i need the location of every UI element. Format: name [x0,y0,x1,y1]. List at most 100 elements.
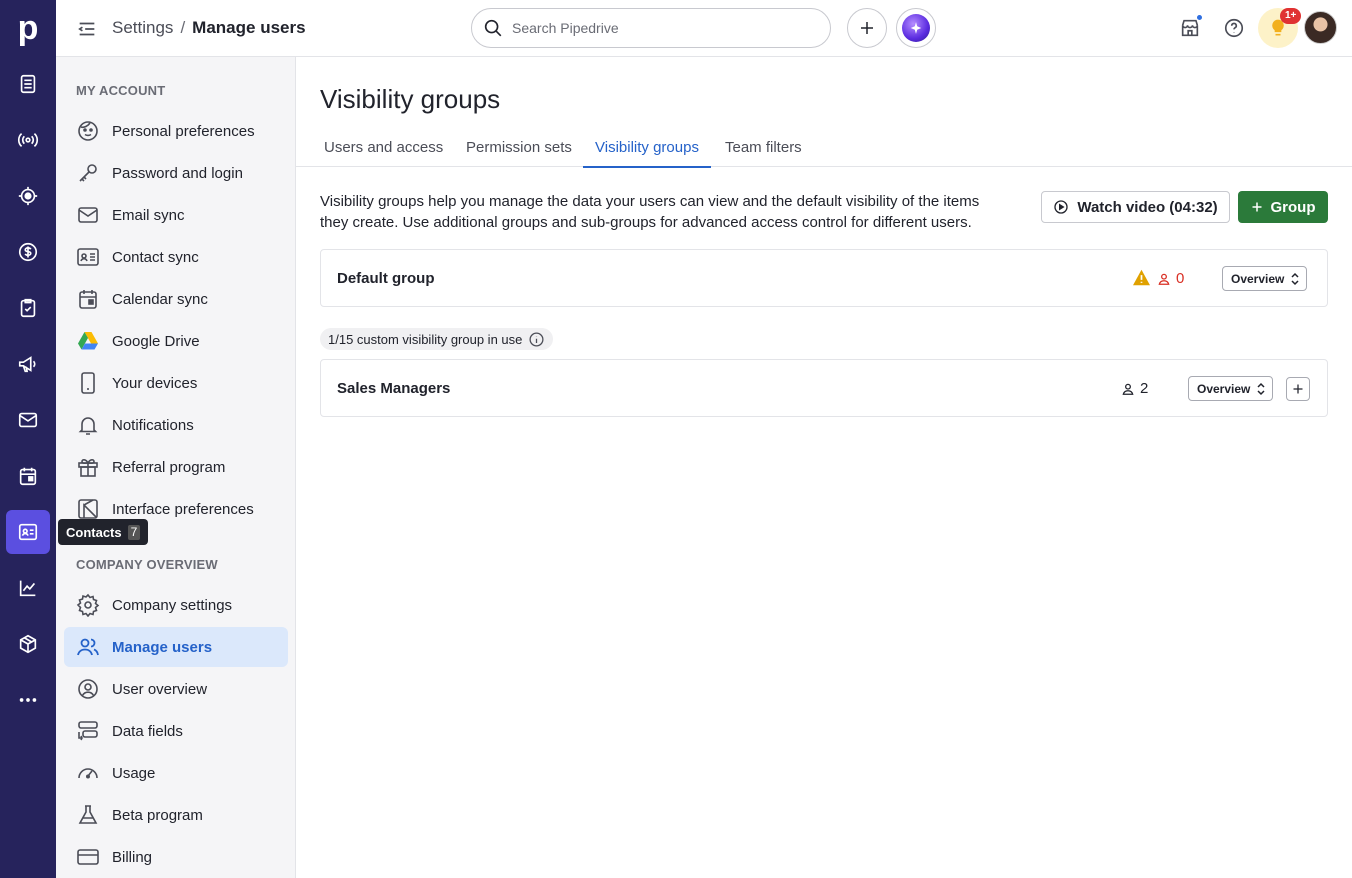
page-title: Visibility groups [320,84,501,114]
tab-visibility-groups[interactable]: Visibility groups [583,139,711,168]
contacts-icon[interactable] [6,510,50,554]
usage-text: 1/15 custom visibility group in use [328,331,523,347]
credit-card-icon [77,849,99,865]
sparkle-icon [902,14,930,42]
user-icon [1158,273,1170,285]
broadcast-icon[interactable] [6,118,50,162]
sidebar-item-calendar-sync[interactable]: Calendar sync [64,279,288,319]
warning-icon [1133,269,1150,286]
gear-icon [76,593,100,617]
gift-icon [78,459,98,477]
plus-icon [1252,202,1261,212]
add-group-button[interactable]: Group [1238,191,1328,223]
products-box-icon[interactable] [6,622,50,666]
sidebar-item-label: Google Drive [112,332,200,350]
search-input[interactable] [512,20,802,36]
sidebar-item-label: Notifications [112,416,194,434]
mail-icon[interactable] [6,398,50,442]
activities-check-icon[interactable] [6,286,50,330]
group-view-select[interactable]: Overview [1222,266,1308,291]
sidebar-item-company-settings[interactable]: Company settings [64,585,288,625]
usage-chip: 1/15 custom visibility group in use [320,328,554,350]
quick-add-button[interactable] [847,8,887,48]
sidebar-item-label: Referral program [112,458,226,476]
tab-team-filters[interactable]: Team filters [725,139,802,167]
search-box[interactable] [471,8,831,48]
app-rail: p [0,0,56,878]
sidebar-item-label: User overview [112,680,208,698]
description: Visibility groups help you manage the da… [320,193,980,231]
bell-icon [78,417,98,435]
interface-icon [78,499,98,519]
calendar-icon[interactable] [6,454,50,498]
plus-icon [1293,384,1303,394]
tooltip-label: Contacts [66,524,122,540]
user-count-value: 0 [1176,270,1185,287]
sidebar-item-label: Data fields [112,722,183,740]
sidebar-item-label: Your devices [112,374,198,392]
add-subgroup-button[interactable] [1286,377,1310,401]
chevron-up-down-icon [1291,272,1299,285]
info-icon[interactable] [528,331,545,348]
sidebar-item-email-sync[interactable]: Email sync [64,195,288,235]
sidebar-item-notifications[interactable]: Notifications [64,405,288,445]
sidebar-item-usage[interactable]: Usage [64,753,288,793]
help-icon[interactable] [1220,14,1248,42]
users-icon [77,638,99,656]
tab-permission-sets[interactable]: Permission sets [466,139,572,167]
sidebar-item-billing[interactable]: Billing [64,837,288,877]
select-value: Overview [1197,381,1251,396]
group-card[interactable]: Sales Managers 2 Overview [320,359,1328,417]
sidebar-item-user-overview[interactable]: User overview [64,669,288,709]
notification-badge: 1+ [1280,8,1302,24]
more-icon[interactable] [6,678,50,722]
sidebar-item-password[interactable]: Password and login [64,153,288,193]
deals-icon[interactable] [6,230,50,274]
envelope-icon [78,207,98,223]
sidebar-item-label: Contact sync [112,248,199,266]
sidebar-item-label: Beta program [112,806,203,824]
face-icon [78,121,98,141]
sidebar-item-google-drive[interactable]: Google Drive [64,321,288,361]
leads-icon[interactable] [6,62,50,106]
target-icon[interactable] [6,174,50,218]
collapse-menu-icon[interactable] [76,18,98,40]
breadcrumb-current: Manage users [192,18,306,37]
pipedrive-logo[interactable]: p [0,0,56,56]
add-group-label: Group [1270,198,1316,216]
watch-video-label: Watch video (04:32) [1077,198,1218,216]
settings-sidebar: MY ACCOUNT Personal preferences Password… [56,57,296,878]
group-name: Sales Managers [337,380,451,397]
tab-users-and-access[interactable]: Users and access [324,139,443,167]
breadcrumb-settings[interactable]: Settings [112,18,173,38]
avatar[interactable] [1304,11,1337,44]
key-icon [79,164,97,182]
sidebar-item-beta-program[interactable]: Beta program [64,795,288,835]
sidebar-item-personal-preferences[interactable]: Personal preferences [64,111,288,151]
sidebar-item-referral-program[interactable]: Referral program [64,447,288,487]
group-name: Default group [337,270,435,287]
sidebar-item-label: Manage users [112,638,213,656]
campaigns-megaphone-icon[interactable] [6,342,50,386]
user-circle-icon [78,679,98,699]
breadcrumb: Settings / Manage users [112,18,306,38]
google-drive-icon [78,332,98,350]
contacts-tooltip: Contacts 7 [58,519,149,545]
chevron-up-down-icon [1257,382,1265,395]
watch-video-button[interactable]: Watch video (04:32) [1041,191,1230,223]
sidebar-item-manage-users[interactable]: Manage users [64,627,288,667]
sidebar-item-contact-sync[interactable]: Contact sync [64,237,288,277]
ai-assistant-button[interactable] [896,8,936,48]
sidebar-item-label: Interface preferences [112,500,254,518]
sidebar-item-your-devices[interactable]: Your devices [64,363,288,403]
marketplace-dot [1196,14,1203,21]
group-view-select[interactable]: Overview [1188,376,1274,401]
sidebar-item-label: Calendar sync [112,290,208,308]
sidebar-item-label: Personal preferences [112,122,255,140]
breadcrumb-separator: / [180,18,186,37]
sidebar-item-label: Password and login [112,164,243,182]
sidebar-item-data-fields[interactable]: Data fields [64,711,288,751]
sidebar-item-label: Usage [112,764,156,782]
insights-chart-icon[interactable] [6,566,50,610]
sidebar-item-label: Company settings [112,596,233,614]
